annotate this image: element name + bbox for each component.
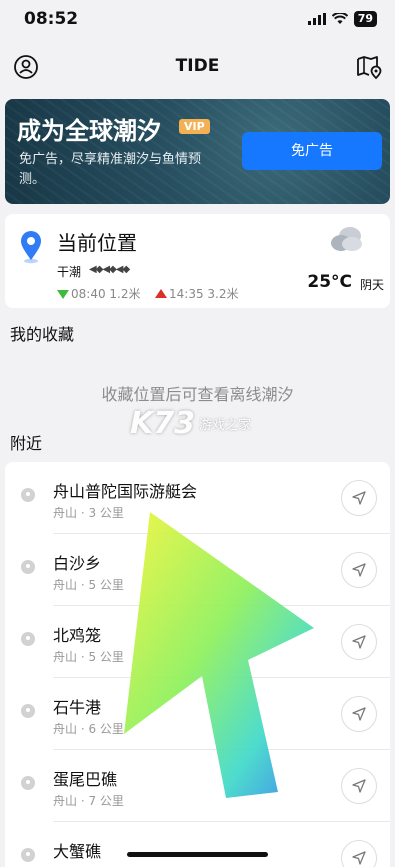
low-tide: 08:40 1.2米	[57, 285, 140, 302]
fish-rating-icon: ◀◆◀◆◀◆	[89, 264, 130, 275]
home-indicator[interactable]	[127, 852, 268, 857]
place-meta: 舟山 · 5 公里	[53, 578, 124, 592]
remove-ads-button[interactable]: 免广告	[242, 132, 382, 170]
place-name: 北鸡笼	[53, 626, 102, 645]
high-tide-icon	[155, 289, 167, 298]
navigate-button[interactable]	[341, 696, 377, 732]
pointer-arrow-icon	[124, 512, 314, 798]
navigate-button[interactable]	[341, 624, 377, 660]
place-name: 白沙乡	[53, 554, 102, 573]
wifi-icon	[331, 13, 348, 24]
location-title: 当前位置	[57, 231, 137, 255]
place-name: 蛋尾巴礁	[53, 770, 118, 789]
status-bar: 08:52 79	[0, 0, 395, 40]
low-tide-icon	[57, 290, 69, 299]
location-pin-icon	[21, 231, 41, 264]
banner-title: 成为全球潮汐	[17, 117, 161, 145]
place-name: 舟山普陀国际游艇会	[53, 482, 198, 501]
status-icons: 79	[307, 11, 377, 27]
current-location-card[interactable]: 当前位置 干潮 ◀◆◀◆◀◆ 08:40 1.2米 14:35 3.2米 25°…	[5, 214, 390, 308]
navigate-arrow-icon	[352, 563, 366, 577]
vip-badge: VIP	[179, 119, 210, 134]
navigate-arrow-icon	[352, 707, 366, 721]
watermark-logo: K73	[130, 406, 195, 441]
navigate-button[interactable]	[341, 552, 377, 588]
location-pin-icon	[21, 848, 35, 862]
navigate-arrow-icon	[352, 779, 366, 793]
tide-state: 干潮	[57, 265, 82, 279]
navigate-button[interactable]	[341, 480, 377, 516]
location-pin-icon	[21, 632, 35, 646]
navigate-arrow-icon	[352, 491, 366, 505]
navigate-button[interactable]	[341, 840, 377, 867]
place-meta: 舟山 · 5 公里	[53, 650, 124, 664]
place-name: 大蟹礁	[53, 842, 102, 861]
watermark: K73 游戏之家	[130, 406, 251, 441]
high-tide: 14:35 3.2米	[155, 285, 238, 302]
place-name: 石牛港	[53, 698, 102, 717]
low-tide-text: 08:40 1.2米	[71, 287, 141, 301]
nearby-title: 附近	[10, 434, 43, 453]
high-tide-text: 14:35 3.2米	[169, 287, 239, 301]
battery-indicator: 79	[353, 11, 377, 27]
place-meta: 舟山 · 7 公里	[53, 794, 124, 808]
location-pin-icon	[21, 488, 35, 502]
cloud-icon	[331, 227, 362, 251]
list-item[interactable]: 大蟹礁	[5, 822, 390, 867]
watermark-text: 游戏之家	[199, 418, 252, 433]
temperature: 25°C	[307, 272, 352, 292]
navigate-arrow-icon	[352, 635, 366, 649]
navigate-arrow-icon	[352, 851, 366, 865]
navigate-button[interactable]	[341, 768, 377, 804]
banner-description: 免广告，尽享精准潮汐与鱼情预测。	[19, 152, 202, 187]
favorites-title: 我的收藏	[10, 325, 75, 344]
status-time: 08:52	[24, 9, 79, 29]
app-title: TIDE	[175, 56, 220, 76]
favorites-empty-hint: 收藏位置后可查看离线潮汐	[101, 385, 294, 404]
location-pin-icon	[21, 560, 35, 574]
vip-banner[interactable]: 成为全球潮汐 VIP 免广告，尽享精准潮汐与鱼情预测。 免广告	[5, 99, 390, 204]
weather-condition: 阴天	[359, 278, 384, 292]
signal-icon	[307, 13, 326, 25]
location-pin-icon	[21, 776, 35, 790]
nav-bar: TIDE	[0, 44, 395, 90]
map-icon[interactable]	[355, 53, 383, 81]
location-pin-icon	[21, 704, 35, 718]
place-meta: 舟山 · 3 公里	[53, 506, 124, 520]
place-meta: 舟山 · 6 公里	[53, 722, 124, 736]
